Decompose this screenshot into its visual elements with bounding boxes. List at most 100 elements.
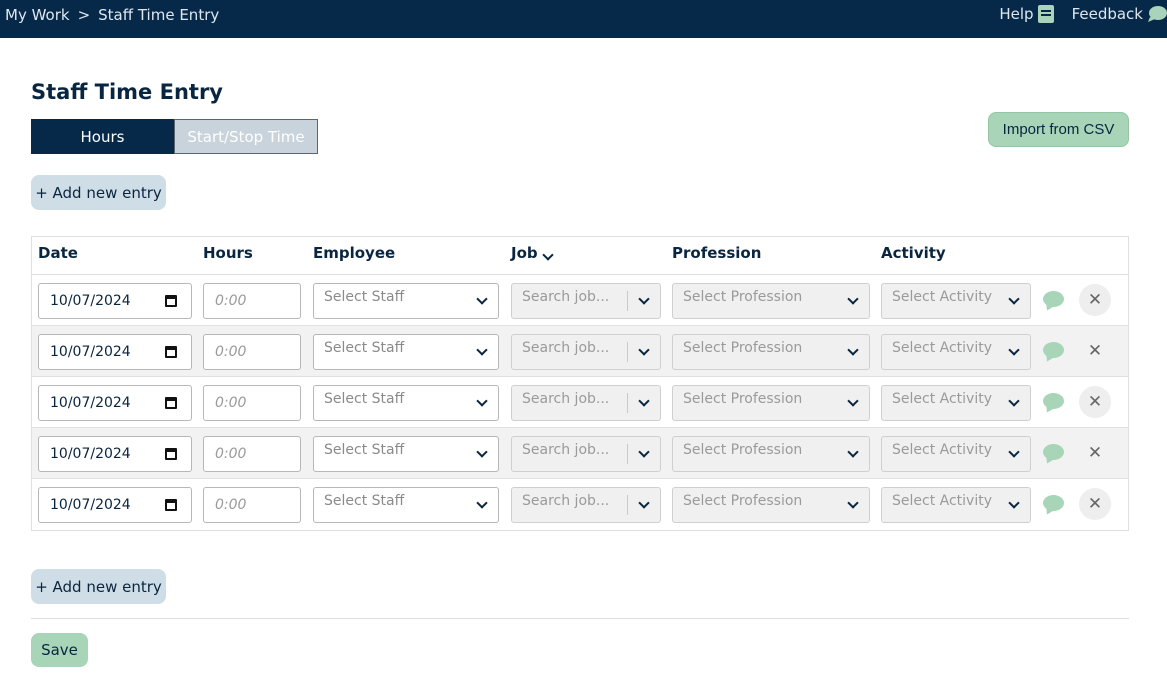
tab-start-stop-time[interactable]: Start/Stop Time	[174, 119, 318, 154]
employee-select-placeholder: Select Staff	[324, 289, 405, 305]
header-employee: Employee	[313, 244, 396, 262]
header-date: Date	[38, 244, 78, 262]
select-divider	[627, 495, 628, 515]
employee-select[interactable]: Select Staff	[313, 334, 499, 370]
activity-select[interactable]: Select Activity	[881, 385, 1031, 421]
hours-input[interactable]: 0:00	[203, 385, 301, 421]
import-csv-button[interactable]: Import from CSV	[988, 112, 1129, 147]
activity-select-placeholder: Select Activity	[892, 340, 992, 356]
remove-row-button[interactable]: ✕	[1079, 437, 1111, 469]
remove-row-button[interactable]: ✕	[1079, 386, 1111, 418]
date-input[interactable]: 10/07/2024	[38, 283, 192, 319]
hours-input[interactable]: 0:00	[203, 283, 301, 319]
date-input[interactable]: 10/07/2024	[38, 436, 192, 472]
chevron-down-icon	[638, 497, 650, 509]
save-button[interactable]: Save	[31, 633, 88, 667]
hours-input[interactable]: 0:00	[203, 436, 301, 472]
table-row: 10/07/2024 0:00 Select Staff Search job... S…	[32, 377, 1128, 428]
calendar-icon[interactable]	[165, 448, 177, 460]
profession-select[interactable]: Select Profession	[672, 436, 870, 472]
calendar-icon[interactable]	[165, 295, 177, 307]
comment-icon[interactable]	[1043, 393, 1064, 409]
hours-placeholder: 0:00	[215, 344, 247, 360]
select-divider	[627, 291, 628, 311]
chevron-down-icon	[1008, 497, 1020, 509]
top-nav-links: Help Feedback	[981, 5, 1167, 23]
breadcrumb-separator: >	[77, 6, 91, 24]
activity-select-placeholder: Select Activity	[892, 442, 992, 458]
calendar-icon[interactable]	[165, 346, 177, 358]
employee-select[interactable]: Select Staff	[313, 283, 499, 319]
comment-icon[interactable]	[1043, 291, 1064, 307]
tab-hours[interactable]: Hours	[31, 119, 174, 154]
job-search-select[interactable]: Search job...	[511, 283, 661, 319]
add-entry-button-bottom[interactable]: + Add new entry	[31, 569, 166, 604]
profession-select-placeholder: Select Profession	[683, 442, 803, 458]
chevron-down-icon	[638, 446, 650, 458]
calendar-icon[interactable]	[165, 499, 177, 511]
date-input[interactable]: 10/07/2024	[38, 487, 192, 523]
hours-placeholder: 0:00	[215, 497, 247, 513]
date-value: 10/07/2024	[50, 446, 131, 462]
calendar-icon[interactable]	[165, 397, 177, 409]
activity-select[interactable]: Select Activity	[881, 334, 1031, 370]
activity-select-placeholder: Select Activity	[892, 289, 992, 305]
job-select-placeholder: Search job...	[522, 289, 610, 305]
divider	[31, 618, 1129, 619]
feedback-label: Feedback	[1071, 5, 1143, 23]
activity-select[interactable]: Select Activity	[881, 283, 1031, 319]
table-row: 10/07/2024 0:00 Select Staff Search job... S…	[32, 428, 1128, 479]
activity-select[interactable]: Select Activity	[881, 487, 1031, 523]
remove-row-button[interactable]: ✕	[1079, 488, 1111, 520]
employee-select[interactable]: Select Staff	[313, 487, 499, 523]
comment-icon[interactable]	[1043, 444, 1064, 460]
profession-select[interactable]: Select Profession	[672, 487, 870, 523]
employee-select[interactable]: Select Staff	[313, 436, 499, 472]
activity-select-placeholder: Select Activity	[892, 493, 992, 509]
header-job[interactable]: Job	[511, 244, 554, 262]
job-select-placeholder: Search job...	[522, 493, 610, 509]
date-value: 10/07/2024	[50, 497, 131, 513]
date-value: 10/07/2024	[50, 293, 131, 309]
feedback-link[interactable]: Feedback	[1072, 5, 1167, 23]
add-entry-button-top[interactable]: + Add new entry	[31, 175, 166, 210]
date-value: 10/07/2024	[50, 395, 131, 411]
chevron-down-icon	[638, 395, 650, 407]
chevron-down-icon	[638, 293, 650, 305]
chevron-down-icon	[1008, 446, 1020, 458]
profession-select[interactable]: Select Profession	[672, 334, 870, 370]
job-search-select[interactable]: Search job...	[511, 334, 661, 370]
speech-bubble-icon	[1148, 6, 1167, 22]
breadcrumb: My Work > Staff Time Entry	[5, 6, 219, 24]
date-input[interactable]: 10/07/2024	[38, 385, 192, 421]
comment-icon[interactable]	[1043, 495, 1064, 511]
comment-icon[interactable]	[1043, 342, 1064, 358]
chevron-down-icon	[847, 395, 859, 407]
chevron-down-icon	[1008, 395, 1020, 407]
hours-input[interactable]: 0:00	[203, 487, 301, 523]
select-divider	[627, 342, 628, 362]
table-row: 10/07/2024 0:00 Select Staff Search job... S…	[32, 275, 1128, 326]
chevron-down-icon	[1008, 344, 1020, 356]
table-row: 10/07/2024 0:00 Select Staff Search job... S…	[32, 479, 1128, 530]
hours-input[interactable]: 0:00	[203, 334, 301, 370]
select-divider	[627, 444, 628, 464]
breadcrumb-my-work[interactable]: My Work	[5, 6, 70, 24]
activity-select-placeholder: Select Activity	[892, 391, 992, 407]
date-input[interactable]: 10/07/2024	[38, 334, 192, 370]
employee-select-placeholder: Select Staff	[324, 493, 405, 509]
job-search-select[interactable]: Search job...	[511, 385, 661, 421]
employee-select-placeholder: Select Staff	[324, 442, 405, 458]
remove-row-button[interactable]: ✕	[1079, 335, 1111, 367]
header-hours: Hours	[203, 244, 253, 262]
remove-row-button[interactable]: ✕	[1079, 284, 1111, 316]
profession-select[interactable]: Select Profession	[672, 283, 870, 319]
job-search-select[interactable]: Search job...	[511, 436, 661, 472]
page-title: Staff Time Entry	[31, 80, 223, 104]
employee-select[interactable]: Select Staff	[313, 385, 499, 421]
employee-select-placeholder: Select Staff	[324, 391, 405, 407]
activity-select[interactable]: Select Activity	[881, 436, 1031, 472]
help-link[interactable]: Help	[999, 5, 1054, 23]
job-search-select[interactable]: Search job...	[511, 487, 661, 523]
profession-select[interactable]: Select Profession	[672, 385, 870, 421]
